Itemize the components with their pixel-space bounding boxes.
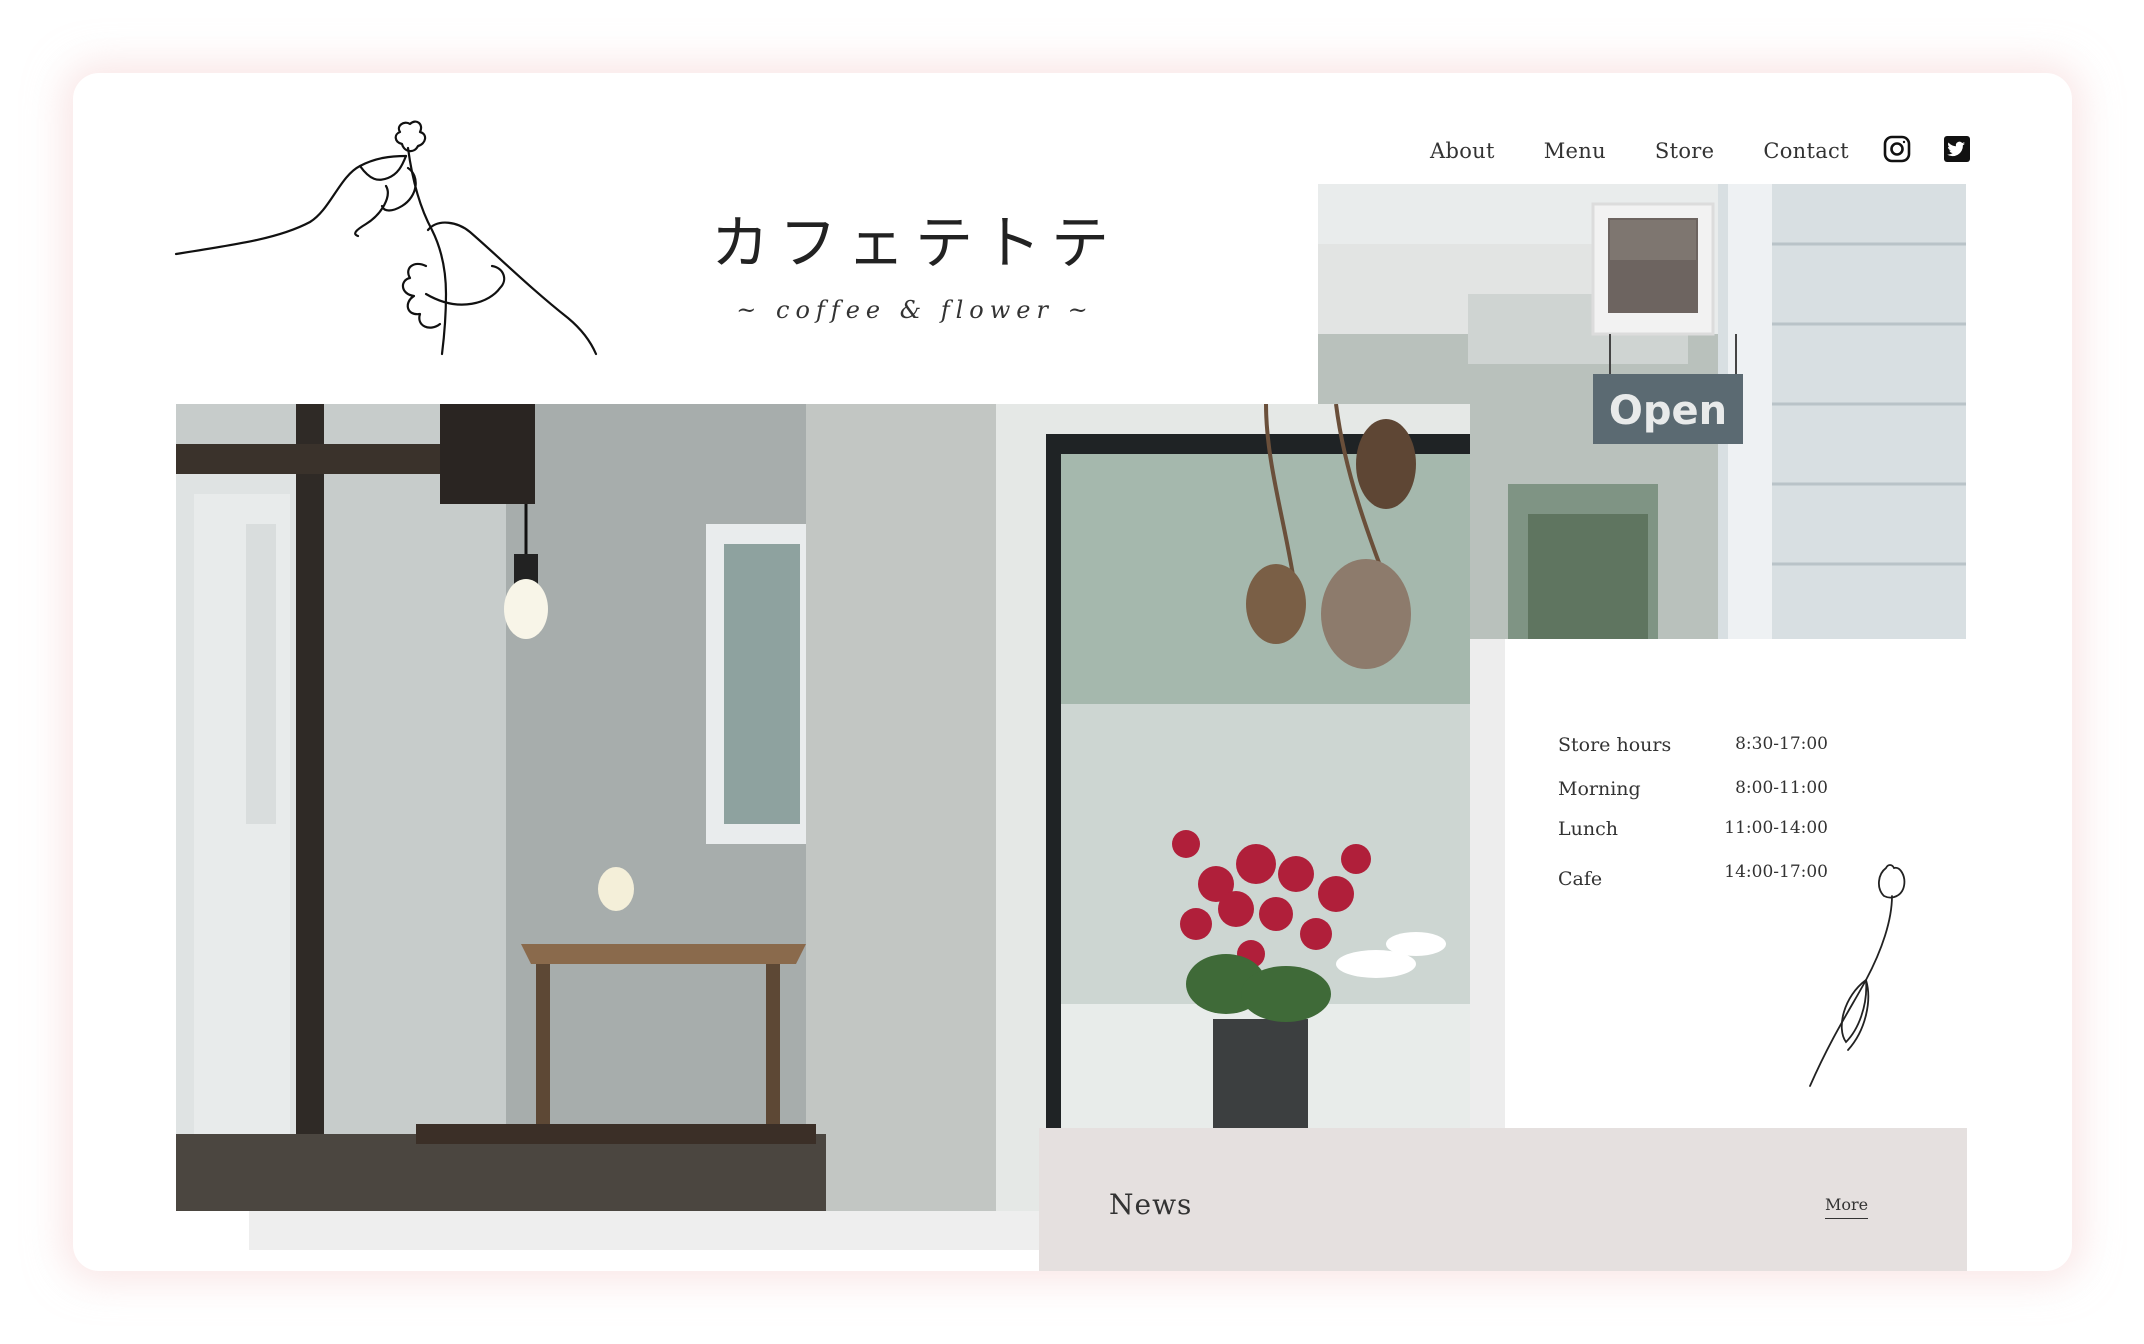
- hours-value: 8:00-11:00: [1735, 778, 1828, 798]
- cafe-interior-photo: [176, 404, 1470, 1211]
- hours-value: 8:30-17:00: [1735, 734, 1828, 754]
- hours-label: Morning: [1558, 778, 1641, 800]
- news-title: News: [1109, 1188, 1193, 1221]
- nav-about[interactable]: About: [1430, 139, 1495, 163]
- instagram-icon[interactable]: [1883, 135, 1915, 167]
- hours-row: Lunch 11:00-14:00: [1558, 818, 1828, 858]
- hands-flower-logo[interactable]: [170, 118, 600, 372]
- hours-value: 11:00-14:00: [1724, 818, 1828, 838]
- news-section: News More: [1039, 1128, 1967, 1271]
- tulip-illustration: [1809, 864, 1906, 1087]
- nav-store[interactable]: Store: [1655, 139, 1714, 163]
- twitter-icon[interactable]: [1943, 135, 1975, 167]
- open-sign-text: Open: [1609, 388, 1727, 434]
- hours-label: Store hours: [1558, 734, 1672, 756]
- nav-menu[interactable]: Menu: [1544, 139, 1606, 163]
- hours-row: Store hours 8:30-17:00: [1558, 734, 1828, 774]
- main-nav: About Menu Store Contact: [1430, 134, 1898, 168]
- site-title[interactable]: カフェテトテ: [700, 196, 1130, 280]
- news-more-link[interactable]: More: [1825, 1195, 1869, 1219]
- site-subtitle: ~ coffee & flower ~: [736, 296, 1094, 324]
- hours-label: Cafe: [1558, 868, 1603, 890]
- hours-row: Morning 8:00-11:00: [1558, 778, 1828, 818]
- social-links: [1883, 135, 1975, 167]
- nav-contact[interactable]: Contact: [1763, 139, 1849, 163]
- hours-label: Lunch: [1558, 818, 1618, 840]
